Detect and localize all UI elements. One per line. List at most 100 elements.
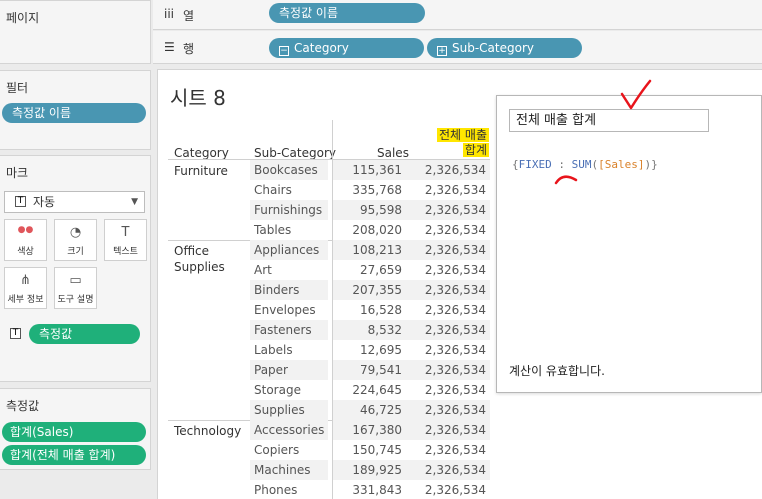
total-cell: 2,326,534 [424,183,486,197]
sales-cell: 208,020 [352,223,402,237]
total-cell: 2,326,534 [424,283,486,297]
mark-button-label: 색상 [17,247,34,257]
mark-button-3[interactable]: ⋔ 세부 정보 [4,267,47,309]
subcategory-cell: Envelopes [254,303,316,317]
total-cell: 2,326,534 [424,443,486,457]
filters-card[interactable]: 필터 측정값 이름 [0,70,151,150]
table-row[interactable]: Phones 331,843 2,326,534 [250,480,490,499]
table-row[interactable]: Copiers 150,745 2,326,534 [250,440,490,460]
columns-label: 열 [183,9,195,23]
mark-type-dropdown[interactable]: T 자동 ▼ [4,191,145,213]
sales-cell: 79,541 [360,363,402,377]
total-cell: 2,326,534 [424,463,486,477]
sheet-title: 시트 8 [170,86,226,110]
sales-cell: 167,380 [352,423,402,437]
sales-cell: 207,355 [352,283,402,297]
total-cell: 2,326,534 [424,403,486,417]
sales-cell: 115,361 [352,163,402,177]
sales-cell: 335,768 [352,183,402,197]
total-cell: 2,326,534 [424,243,486,257]
calc-status: 계산이 유효합니다. [509,364,605,378]
rows-pill-subcategory[interactable]: + Sub-Category [427,38,582,58]
calculation-editor[interactable]: 전체 매출 합계 {FIXED : SUM([Sales])} 계산이 유효합니… [496,79,762,393]
table-row[interactable]: Art 27,659 2,326,534 [250,260,490,280]
text-encoding-icon: T [10,328,21,339]
table-row[interactable]: Chairs 335,768 2,326,534 [250,180,490,200]
subcategory-cell: Chairs [254,183,292,197]
rows-icon: ☰ [164,40,175,54]
columns-shelf[interactable]: iii 열 측정값 이름 [153,0,762,30]
tooltip-icon: ▭ [69,273,82,288]
table-row[interactable]: Labels 12,695 2,326,534 [250,340,490,360]
red-underline-annotation [554,175,578,185]
table-row[interactable]: Accessories 167,380 2,326,534 [250,420,490,440]
marks-title: 마크 [6,166,29,180]
detail-icon: ⋔ [20,273,31,288]
measure-pill-total[interactable]: 합계(전체 매출 합계) [2,445,146,465]
total-cell: 2,326,534 [424,343,486,357]
table-row[interactable]: Storage 224,645 2,326,534 [250,380,490,400]
mark-button-label: 텍스트 [113,247,138,257]
pages-card[interactable]: 페이지 [0,0,151,64]
table-row[interactable]: Appliances 108,213 2,326,534 [250,240,490,260]
category-label-line: Supplies [174,260,225,274]
table-row[interactable]: Furnishings 95,598 2,326,534 [250,200,490,220]
sales-cell: 16,528 [360,303,402,317]
total-cell: 2,326,534 [424,303,486,317]
table-row[interactable]: Fasteners 8,532 2,326,534 [250,320,490,340]
sales-cell: 189,925 [352,463,402,477]
calc-formula[interactable]: {FIXED : SUM([Sales])} [512,158,658,171]
columns-pill[interactable]: 측정값 이름 [269,3,425,23]
table-row[interactable]: Envelopes 16,528 2,326,534 [250,300,490,320]
subcategory-cell: Fasteners [254,323,312,337]
sales-cell: 46,725 [360,403,402,417]
total-cell: 2,326,534 [424,423,486,437]
table-row[interactable]: Tables 208,020 2,326,534 [250,220,490,240]
formula-colon: : [551,158,572,171]
filter-pill[interactable]: 측정값 이름 [2,103,146,123]
category-label[interactable]: Technology [174,423,241,439]
table-row[interactable]: Bookcases 115,361 2,326,534 [250,160,490,180]
rows-shelf[interactable]: ☰ 행 − Category + Sub-Category [153,31,762,64]
collapse-icon: − [279,46,289,56]
header-total[interactable]: 전체 매출 합계 [433,126,489,159]
formula-keyword: FIXED [518,158,552,171]
subcategory-cell: Labels [254,343,293,357]
sales-cell: 27,659 [360,263,402,277]
table-row[interactable]: Paper 79,541 2,326,534 [250,360,490,380]
header-category[interactable]: Category [174,146,229,160]
marks-measure-pill[interactable]: 측정값 [29,324,140,344]
header-total-line1: 전체 매출 [437,128,489,142]
filters-title: 필터 [6,81,29,95]
subcategory-cell: Phones [254,483,298,497]
header-sales[interactable]: Sales [377,146,409,160]
columns-icon: iii [164,7,175,21]
color-icon: ●● [17,225,34,235]
mark-button-4[interactable]: ▭ 도구 설명 [54,267,97,309]
calc-name-field[interactable]: 전체 매출 합계 [509,109,709,132]
subcategory-cell: Paper [254,363,288,377]
table-row[interactable]: Binders 207,355 2,326,534 [250,280,490,300]
mark-button-0[interactable]: ●● 색상 [4,219,47,261]
measure-pill-sales[interactable]: 합계(Sales) [2,422,146,442]
category-label-line: Technology [174,424,242,438]
total-cell: 2,326,534 [424,263,486,277]
subcategory-cell: Furnishings [254,203,323,217]
table-row[interactable]: Supplies 46,725 2,326,534 [250,400,490,420]
total-cell: 2,326,534 [424,383,486,397]
sales-cell: 108,213 [352,243,402,257]
left-panel: 페이지 필터 측정값 이름 마크 T 자동 ▼ ●● 색상 ◔ 크기 T 텍스트 ⋔ 세부 정… [0,0,152,499]
total-cell: 2,326,534 [424,323,486,337]
table-row[interactable]: Machines 189,925 2,326,534 [250,460,490,480]
total-cell: 2,326,534 [424,223,486,237]
rows-pill-category[interactable]: − Category [269,38,424,58]
sales-cell: 8,532 [367,323,402,337]
category-label[interactable]: Furniture [174,163,228,179]
header-subcategory[interactable]: Sub-Category [254,146,336,160]
mark-button-2[interactable]: T 텍스트 [104,219,147,261]
category-label[interactable]: Office Supplies [174,243,225,275]
mark-button-1[interactable]: ◔ 크기 [54,219,97,261]
subcategory-cell: Supplies [254,403,305,417]
header-divider [168,159,490,160]
formula-close: )} [644,158,658,171]
